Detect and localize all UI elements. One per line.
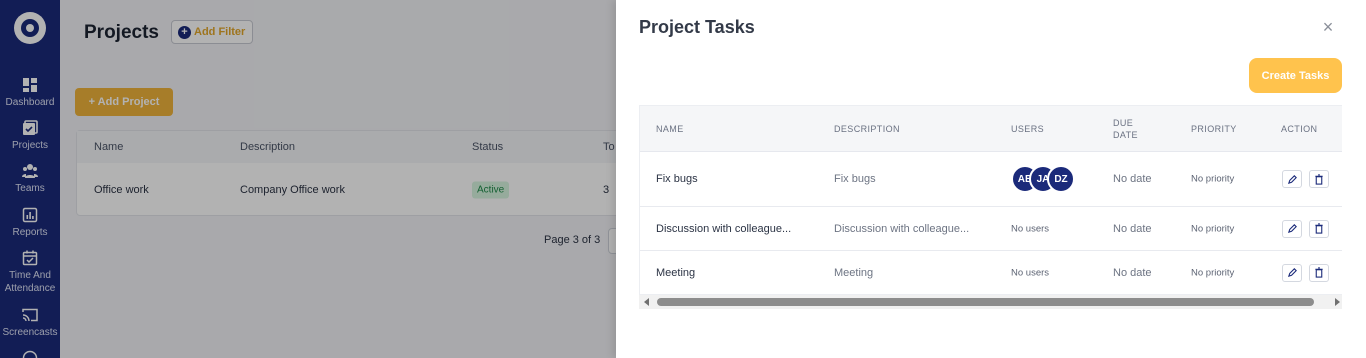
row-actions — [1282, 263, 1329, 282]
trash-icon — [1315, 223, 1323, 234]
user-avatars: AB JA DZ — [1011, 165, 1075, 193]
scroll-right-icon[interactable] — [1335, 298, 1340, 306]
column-header-name: NAME — [656, 123, 684, 134]
horizontal-scrollbar[interactable] — [639, 295, 1342, 309]
column-header-description: DESCRIPTION — [834, 123, 900, 134]
create-tasks-button[interactable]: Create Tasks — [1249, 58, 1342, 93]
task-users: No users — [1011, 267, 1050, 278]
modal-backdrop[interactable] — [0, 0, 616, 358]
row-actions — [1282, 170, 1329, 188]
column-header-priority: PRIORITY — [1191, 123, 1237, 134]
due-label-line2: DATE — [1113, 129, 1138, 140]
task-name: Discussion with colleague... — [656, 222, 792, 235]
task-description: Meeting — [834, 266, 874, 279]
task-description: Discussion with colleague... — [834, 222, 970, 235]
task-name: Meeting — [656, 266, 696, 279]
project-tasks-drawer: Project Tasks × Create Tasks NAME DESCRI… — [616, 0, 1366, 358]
column-header-users: USERS — [1011, 123, 1045, 134]
table-header: NAME DESCRIPTION USERS DUE DATE PRIORITY … — [640, 106, 1342, 152]
task-priority: No priority — [1191, 173, 1235, 185]
pencil-icon — [1287, 224, 1297, 234]
column-header-due-date: DUE DATE — [1113, 117, 1138, 141]
pencil-icon — [1287, 174, 1297, 184]
task-name: Fix bugs — [656, 173, 698, 185]
task-description: Fix bugs — [834, 173, 876, 185]
trash-icon — [1315, 267, 1323, 278]
table-row[interactable]: Discussion with colleague... Discussion … — [640, 207, 1342, 251]
delete-button[interactable] — [1309, 219, 1329, 238]
tasks-table: NAME DESCRIPTION USERS DUE DATE PRIORITY … — [639, 105, 1342, 295]
row-actions — [1282, 219, 1329, 238]
task-due-date: No date — [1113, 266, 1152, 279]
avatar[interactable]: DZ — [1047, 165, 1075, 193]
task-due-date: No date — [1113, 222, 1152, 235]
close-icon[interactable]: × — [1320, 18, 1336, 36]
edit-button[interactable] — [1282, 263, 1302, 282]
table-row[interactable]: Meeting Meeting No users No date No prio… — [640, 251, 1342, 294]
edit-button[interactable] — [1282, 170, 1302, 188]
edit-button[interactable] — [1282, 219, 1302, 238]
drawer-title: Project Tasks — [639, 17, 755, 37]
delete-button[interactable] — [1309, 170, 1329, 188]
task-priority: No priority — [1191, 223, 1235, 234]
column-header-action: ACTION — [1281, 123, 1318, 134]
delete-button[interactable] — [1309, 263, 1329, 282]
table-row[interactable]: Fix bugs Fix bugs AB JA DZ No date No pr… — [640, 152, 1342, 207]
pencil-icon — [1287, 268, 1297, 278]
task-due-date: No date — [1113, 173, 1152, 185]
scroll-thumb[interactable] — [657, 298, 1314, 306]
trash-icon — [1315, 173, 1323, 185]
due-label-line1: DUE — [1113, 117, 1134, 128]
task-priority: No priority — [1191, 267, 1235, 278]
task-users: No users — [1011, 223, 1050, 234]
scroll-left-icon[interactable] — [644, 298, 649, 306]
